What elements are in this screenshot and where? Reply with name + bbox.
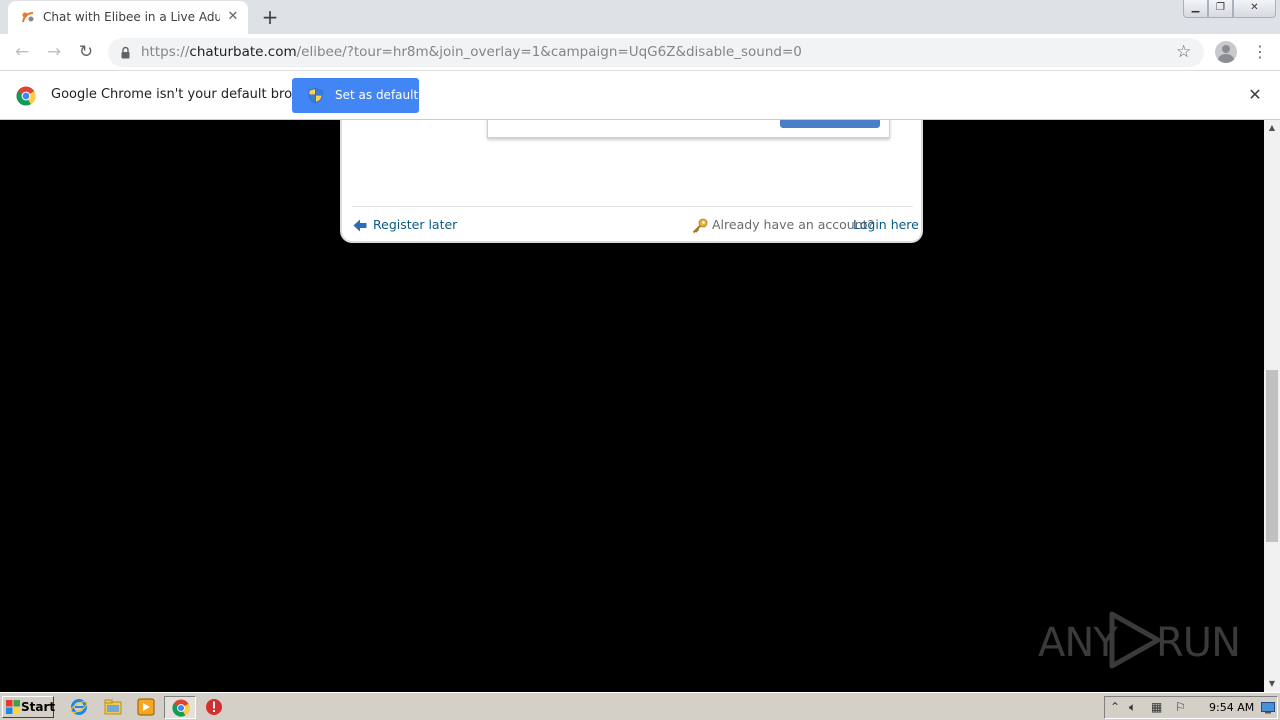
chaturbate-favicon-icon xyxy=(22,12,34,23)
profile-avatar-icon[interactable] xyxy=(1215,41,1237,63)
address-bar[interactable]: https://chaturbate.com/elibee/?tour=hr8m… xyxy=(108,38,1204,67)
show-desktop-icon[interactable] xyxy=(1261,702,1275,714)
set-as-default-label: Set as default xyxy=(335,88,419,102)
tray-expand-icon[interactable]: ⌃ xyxy=(1110,700,1120,714)
modal-divider xyxy=(352,206,913,207)
page-scrollbar[interactable]: ▲ ▼ xyxy=(1264,120,1280,692)
url-host: chaturbate.com xyxy=(189,44,297,60)
back-arrow-icon xyxy=(353,219,367,232)
volume-icon[interactable]: 🔈︎ xyxy=(1129,700,1136,715)
signup-modal: Register later Already have an account? … xyxy=(340,120,923,243)
chrome-taskbar-icon xyxy=(172,699,190,717)
start-label: Start xyxy=(21,700,56,714)
tab-title: Chat with Elibee in a Live Adult Video C… xyxy=(43,10,220,24)
browser-toolbar: ← → ↻ https://chaturbate.com/elibee/?tou… xyxy=(0,34,1280,71)
url-text: https://chaturbate.com/elibee/?tour=hr8m… xyxy=(141,44,802,60)
system-tray: ⌃ 🔈︎ ▦ ⚐ 9:54 AM xyxy=(1104,696,1278,719)
form-submit-button[interactable] xyxy=(780,120,880,128)
watermark-left-text: ANY xyxy=(1038,620,1118,666)
scroll-up-arrow-icon[interactable]: ▲ xyxy=(1264,120,1280,136)
new-tab-button[interactable]: + xyxy=(258,6,282,28)
file-explorer-icon[interactable] xyxy=(104,698,122,716)
start-button[interactable]: Start xyxy=(2,696,56,718)
play-triangle-icon xyxy=(1109,611,1161,669)
internet-explorer-icon[interactable] xyxy=(70,698,88,716)
network-icon[interactable]: ▦ xyxy=(1151,700,1162,714)
tab-strip: Chat with Elibee in a Live Adult Video C… xyxy=(0,0,1280,34)
infobar-close-icon[interactable]: ✕ xyxy=(1247,87,1263,103)
register-later-label: Register later xyxy=(373,217,458,232)
uac-shield-icon xyxy=(308,88,323,103)
windows-taskbar: Start ⌃ 🔈︎ ▦ ⚐ 9:54 AM xyxy=(0,692,1280,720)
page-viewport: Register later Already have an account? … xyxy=(0,120,1264,692)
window-restore-button[interactable]: ❐ xyxy=(1208,0,1233,18)
lock-icon xyxy=(121,46,130,59)
chrome-logo-icon xyxy=(16,86,36,106)
url-scheme: https:// xyxy=(141,44,190,60)
taskbar-chrome-button[interactable] xyxy=(164,696,196,719)
bookmark-star-icon[interactable]: ☆ xyxy=(1176,42,1191,62)
anyrun-watermark: ANY RUN xyxy=(1038,608,1241,672)
tab-close-icon[interactable]: ✕ xyxy=(225,9,241,25)
watermark-right-text: RUN xyxy=(1156,620,1241,666)
login-prompt: Already have an account? Login here xyxy=(692,217,919,235)
window-close-button[interactable]: ✕ xyxy=(1233,0,1276,18)
taskbar-clock[interactable]: 9:54 AM xyxy=(1209,701,1254,714)
account-prompt-text: Already have an account? xyxy=(712,217,875,232)
action-center-flag-icon[interactable]: ⚐ xyxy=(1175,700,1186,714)
windows-logo-icon xyxy=(6,700,20,714)
menu-kebab-icon[interactable]: ⋮ xyxy=(1252,41,1268,63)
scroll-down-arrow-icon[interactable]: ▼ xyxy=(1264,676,1280,692)
default-browser-infobar: Google Chrome isn't your default browser… xyxy=(0,71,1280,120)
login-here-link[interactable]: Login here xyxy=(853,217,919,232)
stop-alert-icon[interactable] xyxy=(205,698,223,716)
reload-icon[interactable]: ↻ xyxy=(74,40,98,64)
scrollbar-thumb[interactable] xyxy=(1266,370,1278,542)
url-path: /elibee/?tour=hr8m&join_overlay=1&campai… xyxy=(296,44,802,60)
browser-tab[interactable]: Chat with Elibee in a Live Adult Video C… xyxy=(8,1,248,34)
infobar-message: Google Chrome isn't your default browser xyxy=(51,87,323,102)
key-icon xyxy=(692,218,708,234)
forward-icon[interactable]: → xyxy=(42,40,66,64)
signup-form-panel xyxy=(487,120,890,138)
back-icon[interactable]: ← xyxy=(10,40,34,64)
media-player-icon[interactable] xyxy=(137,698,155,716)
set-as-default-button[interactable]: Set as default xyxy=(292,78,419,113)
window-minimize-button[interactable]: ▁ xyxy=(1183,0,1208,18)
